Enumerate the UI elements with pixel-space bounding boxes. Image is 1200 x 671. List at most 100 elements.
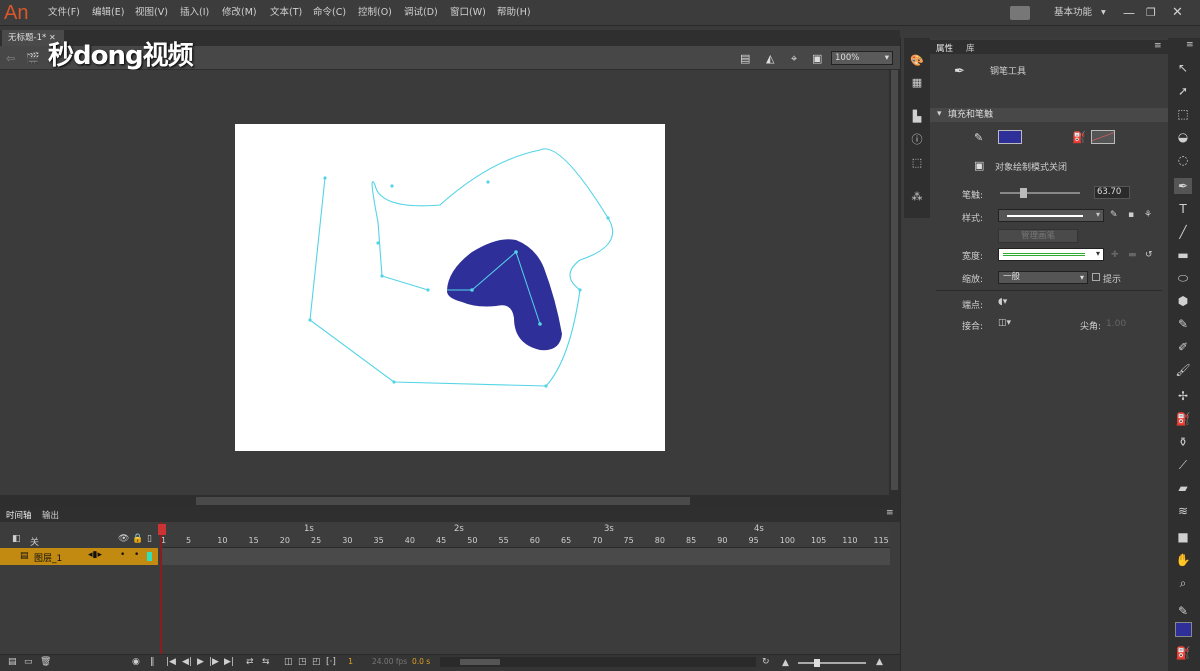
cap-style-icon[interactable]: ◖▾	[998, 297, 1007, 307]
lock-dot-icon[interactable]: •	[134, 550, 139, 560]
align-icon[interactable]: ▙	[908, 110, 926, 124]
first-frame-icon[interactable]: |◀	[166, 657, 176, 667]
hint-checkbox[interactable]	[1092, 273, 1100, 281]
layer-color-swatch[interactable]	[147, 552, 152, 561]
lock-icon[interactable]: 🔒	[132, 534, 143, 544]
tab-timeline[interactable]: 时间轴	[6, 509, 32, 521]
tab-output[interactable]: 输出	[42, 509, 59, 521]
elapsed-time[interactable]: 0.0 s	[412, 657, 430, 666]
stroke-slider-handle[interactable]	[1020, 188, 1027, 198]
timeline-menu-icon[interactable]: ≡	[886, 508, 894, 518]
edit-stroke-icon[interactable]: ✎	[1110, 210, 1118, 220]
bone-tool-icon[interactable]: ✢	[1174, 388, 1192, 404]
pen-tool-button-icon[interactable]: ✒	[1174, 178, 1192, 194]
oval-tool-icon[interactable]: ⬭	[1174, 270, 1192, 286]
object-draw-icon[interactable]: ▣	[974, 159, 984, 172]
subselection-tool-icon[interactable]: ➚	[1174, 83, 1192, 99]
prev-frame-icon[interactable]: ◀|	[182, 657, 192, 667]
modify-markers-icon[interactable]: [·]	[326, 657, 336, 667]
camera-tool-icon[interactable]: ■	[1174, 529, 1192, 545]
show-hide-icon[interactable]: 👁	[118, 534, 129, 544]
sync-settings-icon[interactable]	[1010, 6, 1030, 20]
polystar-tool-icon[interactable]: ⬢	[1174, 293, 1192, 309]
manage-brushes-button[interactable]: 管理画笔	[998, 229, 1078, 243]
rectangle-tool-icon[interactable]: ▬	[1174, 247, 1192, 263]
text-tool-icon[interactable]: T	[1174, 201, 1192, 217]
restore-icon[interactable]: ❐	[1146, 6, 1156, 20]
paint-bucket-tool-icon[interactable]: ⛽	[1174, 411, 1192, 427]
free-transform-tool-icon[interactable]: ⬚	[1174, 106, 1192, 122]
zoom-slider[interactable]	[798, 659, 866, 667]
canvas-drawing[interactable]	[0, 0, 900, 500]
pause-icon[interactable]: ‖	[150, 657, 155, 667]
eyedropper-tool-icon[interactable]: ⟋	[1174, 457, 1192, 473]
minimize-icon[interactable]: —	[1123, 6, 1135, 20]
selection-tool-icon[interactable]: ↖	[1174, 60, 1192, 76]
zoom-tool-icon[interactable]: ⌕	[1174, 575, 1192, 591]
outline-icon[interactable]: ▯	[147, 534, 152, 544]
fill-color-swatch[interactable]	[998, 130, 1022, 144]
line-tool-icon[interactable]: ╱	[1174, 224, 1192, 240]
workspace-switcher[interactable]: 基本功能	[1054, 6, 1092, 20]
delete-layer-icon[interactable]: 🗑	[40, 657, 51, 667]
horizontal-scrollbar[interactable]	[0, 495, 900, 507]
width-profile-select[interactable]: ▾	[998, 248, 1104, 261]
edit-multiple-icon[interactable]: ◰	[312, 657, 321, 667]
join-style-icon[interactable]: ◫▾	[998, 318, 1011, 328]
close-window-icon[interactable]: ✕	[1172, 6, 1183, 20]
reset-icon[interactable]: ↻	[762, 657, 770, 667]
new-folder-icon[interactable]: ▭	[24, 657, 33, 667]
transform-icon[interactable]: ⬚	[908, 156, 926, 170]
tab-properties[interactable]: 属性	[936, 42, 953, 54]
reset-width-icon[interactable]: ↺	[1145, 250, 1153, 260]
add-width-icon[interactable]: ✚	[1111, 250, 1119, 260]
brush-settings-icon[interactable]: ⚘	[1144, 210, 1152, 220]
stroke-color-tool-icon[interactable]: ✎	[1174, 603, 1192, 619]
playhead-marker[interactable]	[158, 524, 166, 535]
ink-bottle-tool-icon[interactable]: ⚱	[1174, 434, 1192, 450]
miter-value[interactable]: 1.00	[1106, 319, 1126, 329]
center-frame-icon[interactable]: ⇆	[262, 657, 270, 667]
fill-stroke-section[interactable]: 填充和笔触	[930, 108, 1168, 122]
play-icon[interactable]: ▶	[197, 657, 204, 667]
camera-icon[interactable]: ◉	[132, 657, 140, 667]
panel-menu-icon[interactable]: ≡	[1154, 41, 1162, 51]
brush-library-icon[interactable]: ▪	[1128, 210, 1134, 220]
stroke-style-select[interactable]: ▾	[998, 209, 1104, 222]
components-icon[interactable]: ⁂	[908, 190, 926, 204]
color-panel-icon[interactable]: 🎨	[908, 54, 926, 68]
playhead[interactable]	[160, 522, 162, 657]
scale-select[interactable]: 一般 ▾	[998, 271, 1088, 284]
pencil-icon[interactable]: ◂▮▸	[88, 550, 102, 560]
frames-row[interactable]	[160, 548, 890, 565]
tab-library[interactable]: 库	[966, 42, 975, 54]
onion-outline-icon[interactable]: ◳	[298, 657, 307, 667]
remove-width-icon[interactable]: ▬	[1128, 250, 1137, 260]
vertical-scrollbar[interactable]	[889, 70, 900, 495]
next-frame-icon[interactable]: |▶	[209, 657, 219, 667]
new-layer-icon[interactable]: ▤	[8, 657, 17, 667]
horizontal-scroll-thumb[interactable]	[196, 497, 690, 505]
info-icon[interactable]: ⓘ	[908, 133, 926, 147]
tools-collapse-icon[interactable]: ≡	[1186, 40, 1194, 50]
timeline-hscroll-thumb[interactable]	[460, 659, 500, 665]
loop-icon[interactable]: ⇄	[246, 657, 254, 667]
layer-name[interactable]: 图层_1	[34, 551, 62, 564]
stroke-slider[interactable]	[1000, 188, 1080, 198]
zoom-out-icon[interactable]: ▲	[782, 658, 789, 668]
workspace-chevron-icon[interactable]: ▾	[1101, 6, 1106, 20]
onion-skin-icon[interactable]: ◫	[284, 657, 293, 667]
zoom-slider-handle[interactable]	[814, 659, 820, 667]
width-tool-icon[interactable]: ≋	[1174, 503, 1192, 519]
vertical-scroll-thumb[interactable]	[891, 70, 898, 490]
fill-color-tool-swatch[interactable]	[1175, 622, 1192, 637]
lasso-tool-icon[interactable]: ◌	[1174, 152, 1192, 168]
brush-tool-icon[interactable]: 🖌	[1174, 362, 1192, 378]
stroke-color-swatch[interactable]	[1091, 130, 1115, 144]
current-frame[interactable]: 1	[348, 657, 353, 666]
stroke-width-input[interactable]: 63.70	[1094, 186, 1130, 199]
swatches-icon[interactable]: ▦	[908, 76, 926, 90]
pencil-tool-icon[interactable]: ✎	[1174, 316, 1192, 332]
3d-rotation-tool-icon[interactable]: ◒	[1174, 129, 1192, 145]
last-frame-icon[interactable]: ▶|	[224, 657, 234, 667]
